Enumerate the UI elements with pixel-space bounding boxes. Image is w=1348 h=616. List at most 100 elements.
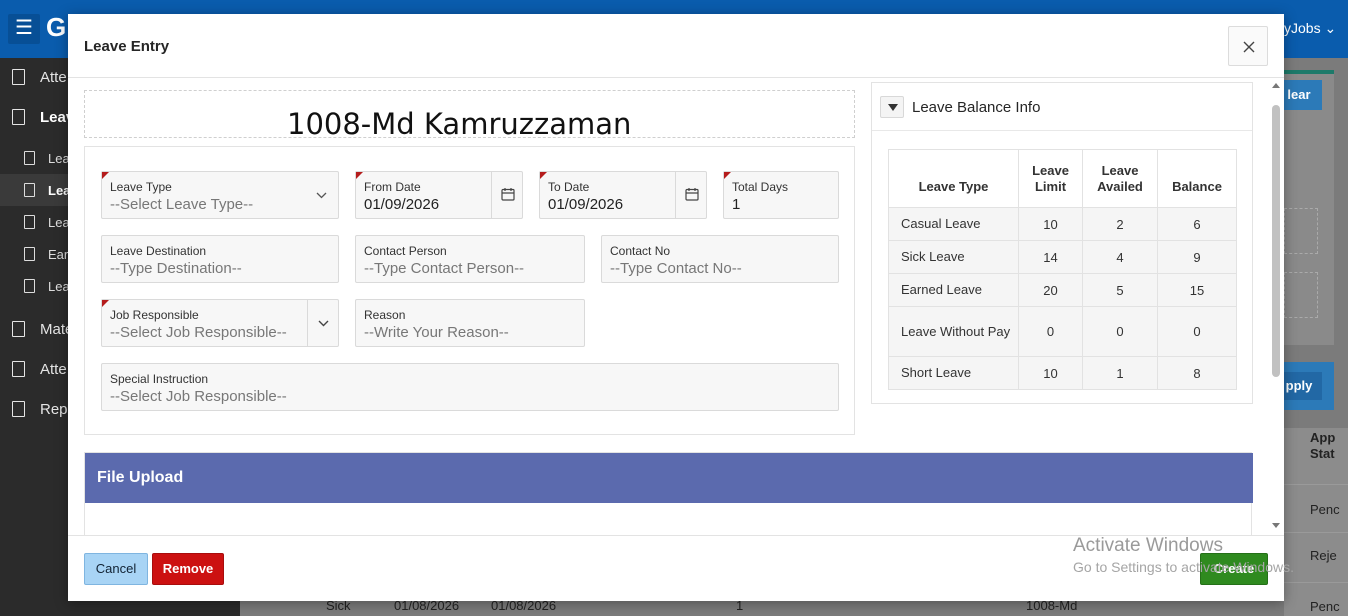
required-marker [102, 172, 109, 179]
field-value: 1 [732, 196, 741, 213]
table-row: Sick 01/08/2026 01/08/2026 1 1008-Md [240, 598, 1284, 616]
column-header: Leave Availed [1082, 149, 1158, 208]
to-date-field[interactable]: To Date 01/09/2026 [539, 171, 707, 219]
table-cell: 0 [1018, 306, 1083, 357]
calendar-icon [501, 188, 515, 201]
column-header: Leave Type [888, 149, 1019, 208]
activate-windows-hint: Go to Settings to activate Windows. [1073, 559, 1294, 575]
sidebar-subitem-label: Lea [48, 215, 70, 230]
document-icon [24, 215, 35, 229]
scrollbar-thumb[interactable] [1272, 105, 1280, 377]
required-marker [356, 172, 363, 179]
caret-down-icon [888, 104, 898, 111]
dialog-header: Leave Entry [68, 14, 1284, 78]
table-cell: Penc [1310, 502, 1340, 517]
scroll-up-arrow-icon[interactable] [1272, 83, 1280, 88]
required-marker [102, 300, 109, 307]
calendar-icon [685, 188, 699, 201]
field-label: Reason [364, 308, 406, 322]
my-jobs-menu[interactable]: yJobs ⌄ [1284, 20, 1336, 37]
leave-destination-input[interactable]: Leave Destination --Type Destination-- [101, 235, 339, 283]
column-header: Leave Limit [1018, 149, 1083, 208]
from-date-field[interactable]: From Date 01/09/2026 [355, 171, 523, 219]
table-row-divider [1284, 532, 1348, 533]
required-marker [724, 172, 731, 179]
field-label: To Date [548, 180, 590, 194]
table-cell: 14 [1018, 240, 1083, 274]
required-marker [540, 172, 547, 179]
contact-no-input[interactable]: Contact No --Type Contact No-- [601, 235, 839, 283]
table-cell: 10 [1018, 207, 1083, 241]
my-jobs-label: yJobs [1284, 20, 1321, 36]
column-header: Balance [1157, 149, 1237, 208]
sidebar-subitem-label: Lea [48, 279, 70, 294]
table-cell: Short Leave [888, 356, 1019, 390]
document-icon [24, 279, 35, 293]
job-responsible-dropdown-button[interactable] [307, 300, 339, 346]
app-logo: G [46, 12, 67, 42]
employee-name: 1008-Md Kamruzzaman [287, 107, 632, 141]
special-instruction-input[interactable]: Special Instruction --Select Job Respons… [101, 363, 839, 411]
document-icon [24, 151, 35, 165]
table-cell: Earned Leave [888, 273, 1019, 307]
dialog-title: Leave Entry [84, 38, 170, 55]
field-label: Contact No [610, 244, 671, 258]
close-button[interactable] [1228, 26, 1268, 66]
collapse-toggle-button[interactable] [880, 96, 904, 118]
leave-balance-region: Leave Balance Info Leave Type Leave Limi… [871, 82, 1253, 404]
sidebar-subitem-label: Lea [48, 151, 70, 166]
leave-balance-table: Leave Type Leave Limit Leave Availed Bal… [888, 149, 1237, 390]
field-label: From Date [364, 180, 421, 194]
menu-icon[interactable]: ☰ [8, 14, 40, 44]
table-header-row: Leave Type Leave Limit Leave Availed Bal… [888, 149, 1237, 208]
document-icon [24, 247, 35, 261]
field-placeholder: --Write Your Reason-- [364, 324, 509, 341]
field-value: 01/09/2026 [548, 196, 624, 213]
document-icon [12, 361, 25, 377]
scroll-down-arrow-icon[interactable] [1272, 523, 1280, 528]
dialog-scrollbar[interactable] [1268, 79, 1284, 535]
table-cell: 9 [1157, 240, 1237, 274]
chevron-down-icon [316, 192, 327, 199]
field-value: 01/09/2026 [364, 196, 440, 213]
table-cell: 0 [1082, 306, 1158, 357]
total-days-field[interactable]: Total Days 1 [723, 171, 839, 219]
cancel-button[interactable]: Cancel [84, 553, 148, 585]
leave-balance-title: Leave Balance Info [912, 99, 1041, 116]
table-cell: 8 [1157, 356, 1237, 390]
field-label: Contact Person [364, 244, 447, 258]
table-cell: 20 [1018, 273, 1083, 307]
table-cell: Leave Without Pay [888, 306, 1019, 357]
table-cell: 15 [1157, 273, 1237, 307]
sidebar-item-label: Atte [40, 361, 67, 378]
field-placeholder: --Select Leave Type-- [110, 196, 254, 213]
activate-windows-watermark: Activate Windows [1073, 535, 1223, 556]
field-placeholder: --Select Job Responsible-- [110, 324, 287, 341]
leave-type-select[interactable]: Leave Type --Select Leave Type-- [101, 171, 339, 219]
job-responsible-select[interactable]: Job Responsible --Select Job Responsible… [101, 299, 339, 347]
file-upload-title: File Upload [97, 469, 184, 486]
employee-name-region: 1008-Md Kamruzzaman [84, 90, 855, 141]
remove-button[interactable]: Remove [152, 553, 224, 585]
file-upload-header: File Upload [85, 453, 1253, 503]
table-row: Sick Leave 14 4 9 [888, 240, 1237, 274]
leave-entry-dialog: Leave Entry 1008-Md Kamruzzaman Leave Ty… [68, 14, 1284, 601]
field-label: Special Instruction [110, 372, 209, 386]
calendar-button[interactable] [675, 172, 707, 218]
chevron-down-icon [318, 320, 329, 327]
chevron-down-icon: ⌄ [1324, 20, 1337, 36]
table-row: Casual Leave 10 2 6 [888, 207, 1237, 241]
table-cell: 6 [1157, 207, 1237, 241]
reason-input[interactable]: Reason --Write Your Reason-- [355, 299, 585, 347]
table-header-approval-status: App Stat [1310, 430, 1336, 461]
contact-person-input[interactable]: Contact Person --Type Contact Person-- [355, 235, 585, 283]
calendar-button[interactable] [491, 172, 523, 218]
table-row: Short Leave 10 1 8 [888, 356, 1237, 390]
field-placeholder: --Type Destination-- [110, 260, 242, 277]
leave-form: Leave Type --Select Leave Type-- From Da… [84, 146, 855, 435]
table-row: Leave Without Pay 0 0 0 [888, 306, 1237, 357]
leave-balance-header: Leave Balance Info [872, 83, 1252, 131]
field-placeholder: --Type Contact Person-- [364, 260, 525, 277]
table-cell: 2 [1082, 207, 1158, 241]
dialog-body: 1008-Md Kamruzzaman Leave Type --Select … [68, 79, 1284, 535]
